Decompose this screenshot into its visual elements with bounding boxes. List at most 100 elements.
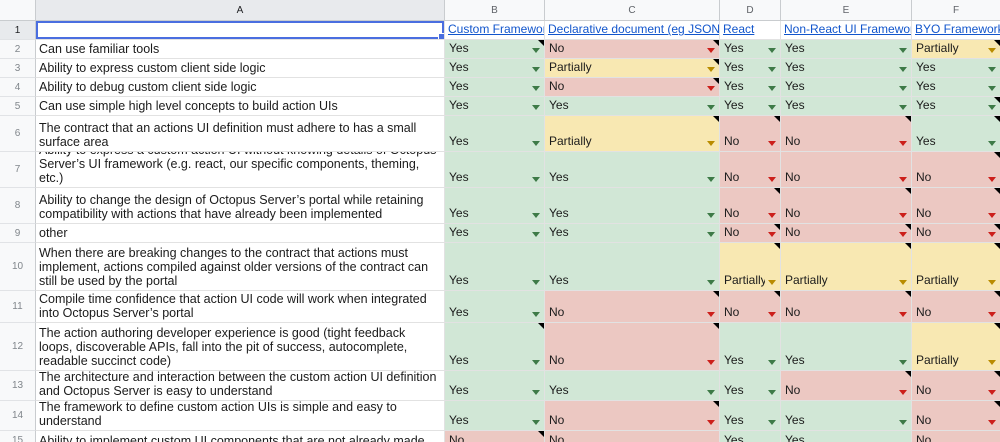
value-cell-E14[interactable]: Yes [781, 401, 912, 431]
value-cell-E7[interactable]: No [781, 152, 912, 188]
value-cell-C3[interactable]: Partially [545, 59, 720, 78]
value-cell-E4[interactable]: Yes [781, 78, 912, 97]
column-header-A[interactable]: A [36, 0, 445, 21]
dropdown-arrow-icon[interactable] [988, 86, 996, 91]
criterion-cell[interactable]: Can use simple high level concepts to bu… [36, 97, 445, 116]
dropdown-arrow-icon[interactable] [988, 360, 996, 365]
dropdown-arrow-icon[interactable] [532, 141, 540, 146]
dropdown-arrow-icon[interactable] [707, 67, 715, 72]
value-cell-D5[interactable]: Yes [720, 97, 781, 116]
column-header-D[interactable]: D [720, 0, 781, 21]
value-cell-F15[interactable]: No [912, 431, 1000, 442]
select-all-corner[interactable] [0, 0, 36, 21]
value-cell-D7[interactable]: No [720, 152, 781, 188]
fill-handle[interactable] [438, 33, 444, 39]
column-header-E[interactable]: E [781, 0, 912, 21]
value-cell-D13[interactable]: Yes [720, 371, 781, 401]
dropdown-arrow-icon[interactable] [768, 390, 776, 395]
row-header-6[interactable]: 6 [0, 116, 36, 152]
framework-header-cell-F[interactable]: BYO Framework [912, 21, 1000, 40]
criterion-cell[interactable]: Ability to express a custom action UI wi… [36, 152, 445, 188]
value-cell-F11[interactable]: No [912, 291, 1000, 323]
column-header-F[interactable]: F [912, 0, 1000, 21]
value-cell-D9[interactable]: No [720, 224, 781, 243]
dropdown-arrow-icon[interactable] [532, 67, 540, 72]
value-cell-E10[interactable]: Partially [781, 243, 912, 291]
criterion-cell[interactable]: Ability to express custom client side lo… [36, 59, 445, 78]
row-header-10[interactable]: 10 [0, 243, 36, 291]
value-cell-D3[interactable]: Yes [720, 59, 781, 78]
dropdown-arrow-icon[interactable] [899, 141, 907, 146]
dropdown-arrow-icon[interactable] [532, 105, 540, 110]
dropdown-arrow-icon[interactable] [532, 213, 540, 218]
dropdown-arrow-icon[interactable] [899, 67, 907, 72]
row-header-5[interactable]: 5 [0, 97, 36, 116]
dropdown-arrow-icon[interactable] [899, 177, 907, 182]
criterion-cell[interactable]: Can use familiar tools [36, 40, 445, 59]
framework-link[interactable]: BYO Framework [912, 22, 1000, 39]
dropdown-arrow-icon[interactable] [768, 177, 776, 182]
dropdown-arrow-icon[interactable] [899, 232, 907, 237]
dropdown-arrow-icon[interactable] [768, 420, 776, 425]
dropdown-arrow-icon[interactable] [988, 105, 996, 110]
row-header-9[interactable]: 9 [0, 224, 36, 243]
value-cell-F2[interactable]: Partially [912, 40, 1000, 59]
value-cell-B9[interactable]: Yes [445, 224, 545, 243]
dropdown-arrow-icon[interactable] [707, 105, 715, 110]
value-cell-C15[interactable]: No [545, 431, 720, 442]
value-cell-E12[interactable]: Yes [781, 323, 912, 371]
criterion-cell[interactable]: Ability to change the design of Octopus … [36, 188, 445, 224]
criterion-cell[interactable]: When there are breaking changes to the c… [36, 243, 445, 291]
dropdown-arrow-icon[interactable] [532, 360, 540, 365]
dropdown-arrow-icon[interactable] [707, 280, 715, 285]
criterion-cell[interactable]: The framework to define custom action UI… [36, 401, 445, 431]
dropdown-arrow-icon[interactable] [532, 390, 540, 395]
value-cell-E8[interactable]: No [781, 188, 912, 224]
value-cell-B11[interactable]: Yes [445, 291, 545, 323]
criterion-cell[interactable]: Compile time confidence that action UI c… [36, 291, 445, 323]
dropdown-arrow-icon[interactable] [768, 48, 776, 53]
value-cell-D14[interactable]: Yes [720, 401, 781, 431]
dropdown-arrow-icon[interactable] [899, 280, 907, 285]
row-header-14[interactable]: 14 [0, 401, 36, 431]
value-cell-D2[interactable]: Yes [720, 40, 781, 59]
framework-link[interactable]: Custom Framework [445, 22, 544, 39]
dropdown-arrow-icon[interactable] [988, 420, 996, 425]
dropdown-arrow-icon[interactable] [532, 48, 540, 53]
value-cell-C11[interactable]: No [545, 291, 720, 323]
framework-header-cell-D[interactable]: React [720, 21, 781, 40]
dropdown-arrow-icon[interactable] [899, 360, 907, 365]
row-header-7[interactable]: 7 [0, 152, 36, 188]
dropdown-arrow-icon[interactable] [532, 280, 540, 285]
value-cell-C5[interactable]: Yes [545, 97, 720, 116]
dropdown-arrow-icon[interactable] [988, 390, 996, 395]
dropdown-arrow-icon[interactable] [768, 360, 776, 365]
framework-link[interactable]: Non-React UI Framework [781, 22, 911, 39]
dropdown-arrow-icon[interactable] [707, 390, 715, 395]
dropdown-arrow-icon[interactable] [988, 312, 996, 317]
framework-header-cell-B[interactable]: Custom Framework [445, 21, 545, 40]
dropdown-arrow-icon[interactable] [707, 213, 715, 218]
dropdown-arrow-icon[interactable] [899, 312, 907, 317]
dropdown-arrow-icon[interactable] [899, 420, 907, 425]
value-cell-D15[interactable]: Yes [720, 431, 781, 442]
dropdown-arrow-icon[interactable] [768, 86, 776, 91]
dropdown-arrow-icon[interactable] [899, 48, 907, 53]
dropdown-arrow-icon[interactable] [988, 48, 996, 53]
value-cell-E9[interactable]: No [781, 224, 912, 243]
dropdown-arrow-icon[interactable] [707, 420, 715, 425]
value-cell-B15[interactable]: No [445, 431, 545, 442]
value-cell-B8[interactable]: Yes [445, 188, 545, 224]
dropdown-arrow-icon[interactable] [768, 105, 776, 110]
value-cell-F10[interactable]: Partially [912, 243, 1000, 291]
value-cell-B5[interactable]: Yes [445, 97, 545, 116]
value-cell-D6[interactable]: No [720, 116, 781, 152]
dropdown-arrow-icon[interactable] [707, 360, 715, 365]
dropdown-arrow-icon[interactable] [899, 213, 907, 218]
criterion-cell[interactable]: Can ensure that the UI of all of our act… [36, 224, 445, 243]
criterion-cell[interactable]: The contract that an actions UI definiti… [36, 116, 445, 152]
criterion-cell[interactable]: Ability to debug custom client side logi… [36, 78, 445, 97]
framework-header-cell-E[interactable]: Non-React UI Framework [781, 21, 912, 40]
value-cell-E3[interactable]: Yes [781, 59, 912, 78]
row-header-4[interactable]: 4 [0, 78, 36, 97]
